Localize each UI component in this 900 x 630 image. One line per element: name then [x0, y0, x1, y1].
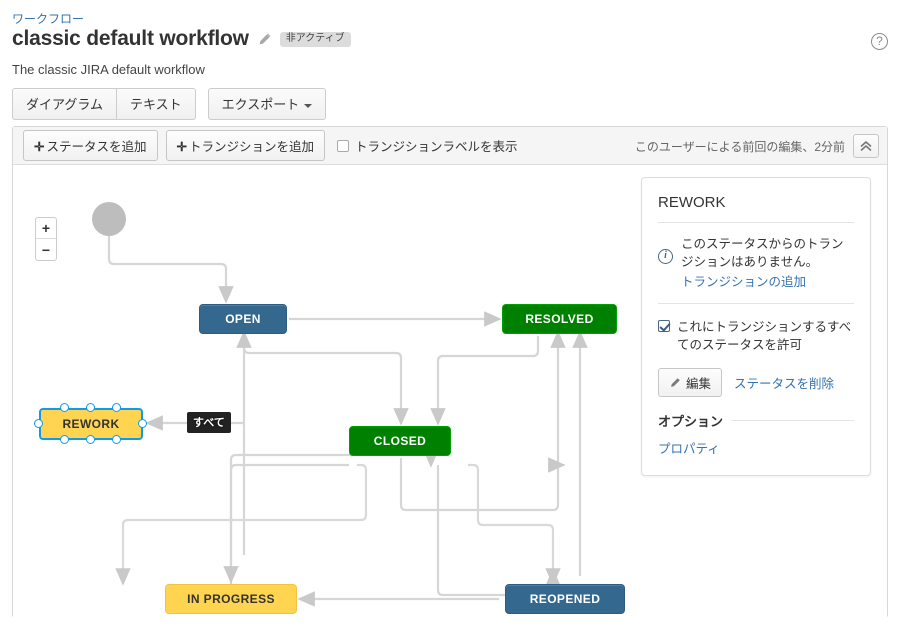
add-transition-link[interactable]: トランジションの追加	[681, 271, 854, 290]
tab-diagram[interactable]: ダイアグラム	[12, 88, 117, 120]
edit-status-button[interactable]: 編集	[658, 368, 723, 397]
allow-all-transitions-checkbox[interactable]: これにトランジションするすべてのステータスを許可	[658, 318, 854, 354]
add-status-button[interactable]: ✛ ステータスを追加	[23, 130, 158, 161]
breadcrumb-workflows[interactable]: ワークフロー	[12, 10, 84, 27]
allow-all-transitions-label: これにトランジションするすべてのステータスを許可	[677, 320, 852, 352]
plus-icon: ✛	[176, 140, 187, 154]
properties-link[interactable]: プロパティ	[658, 438, 854, 457]
status-node-closed[interactable]: CLOSED	[349, 426, 451, 456]
status-badge: 非アクティブ	[279, 31, 351, 47]
workflow-editor: ✛ ステータスを追加 ✛ トランジションを追加 トランジションラベルを表示 このユー…	[12, 126, 888, 618]
page-description: The classic JIRA default workflow	[12, 62, 205, 77]
toolbar-right: このユーザーによる前回の編集、2分前	[635, 127, 879, 165]
resize-handle-n2[interactable]	[86, 403, 95, 412]
status-node-open[interactable]: OPEN	[199, 304, 287, 334]
question-circle-icon[interactable]: ?	[871, 33, 888, 50]
export-label: エクスポート	[221, 97, 300, 112]
divider	[658, 222, 854, 223]
options-heading-label: オプション	[658, 414, 724, 429]
add-transition-button[interactable]: ✛ トランジションを追加	[165, 130, 325, 161]
double-chevron-up-icon[interactable]	[853, 134, 879, 158]
checkbox-box[interactable]	[337, 139, 349, 152]
resize-handle-w[interactable]	[34, 419, 43, 428]
no-transitions-text: このステータスからのトランジションはありません。	[681, 237, 844, 269]
export-button[interactable]: エクスポート	[207, 88, 327, 120]
resize-handle-s1[interactable]	[60, 435, 69, 444]
resize-handle-s2[interactable]	[86, 435, 95, 444]
panel-title: REWORK	[658, 194, 726, 211]
view-mode-bar: ダイアグラム テキスト エクスポート	[12, 88, 327, 120]
status-details-panel: REWORK i このステータスからのトランジションはありません。 トランジショ…	[641, 177, 871, 476]
chevron-down-icon	[304, 103, 313, 108]
info-circle-icon: i	[658, 249, 673, 264]
status-node-in-progress[interactable]: IN PROGRESS	[165, 584, 297, 614]
resize-handle-e[interactable]	[138, 419, 147, 428]
resize-handle-s3[interactable]	[112, 435, 121, 444]
status-node-reopened[interactable]: REOPENED	[505, 584, 625, 614]
options-heading: オプション	[658, 411, 854, 430]
zoom-controls[interactable]: + −	[35, 217, 57, 261]
resize-handle-n1[interactable]	[60, 403, 69, 412]
resize-handle-n3[interactable]	[112, 403, 121, 412]
divider	[658, 303, 854, 304]
panel-actions: 編集 ステータスを削除	[658, 368, 854, 397]
status-node-resolved[interactable]: RESOLVED	[502, 304, 617, 334]
zoom-out-button[interactable]: −	[36, 239, 56, 260]
pencil-icon[interactable]	[257, 32, 272, 47]
checkbox-box-checked[interactable]	[658, 320, 670, 332]
delete-status-link[interactable]: ステータスを削除	[734, 373, 834, 392]
show-transition-labels-checkbox[interactable]: トランジションラベルを表示	[337, 136, 518, 155]
divider	[731, 420, 854, 421]
add-status-label: ステータスを追加	[46, 140, 147, 154]
workflow-editor-page: ワークフロー classic default workflow 非アクティブ T…	[0, 0, 900, 630]
title-row: classic default workflow 非アクティブ	[12, 27, 351, 51]
no-transitions-info: i このステータスからのトランジションはありません。 トランジションの追加	[658, 235, 854, 290]
start-circle[interactable]	[92, 202, 126, 236]
last-edited-text: このユーザーによる前回の編集、2分前	[634, 139, 845, 154]
edit-status-label: 編集	[686, 377, 712, 391]
add-transition-label: トランジションを追加	[188, 140, 314, 154]
tab-text[interactable]: テキスト	[115, 88, 196, 120]
plus-icon: ✛	[34, 140, 45, 154]
editor-toolbar: ✛ ステータスを追加 ✛ トランジションを追加 トランジションラベルを表示 このユー…	[13, 127, 887, 165]
view-mode-group: ダイアグラム テキスト	[12, 88, 196, 120]
pencil-icon	[671, 377, 680, 387]
page-title: classic default workflow	[12, 27, 249, 50]
show-transition-labels-label: トランジションラベルを表示	[355, 140, 518, 154]
zoom-in-button[interactable]: +	[36, 218, 56, 239]
transition-label-all[interactable]: すべて	[187, 412, 231, 433]
diagram-canvas[interactable]: + − OPEN RESOLVED CLOSED IN PROGRESS REO…	[13, 165, 887, 618]
